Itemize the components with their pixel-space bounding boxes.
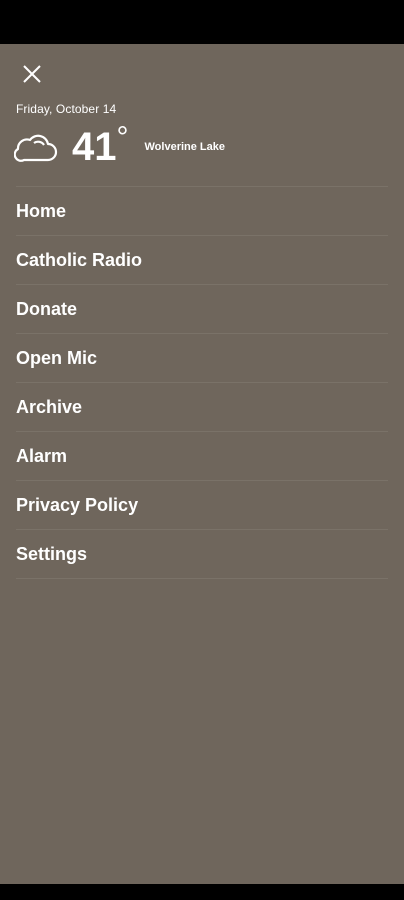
weather-location: Wolverine Lake bbox=[144, 141, 226, 153]
weather-widget: 41 ° Wolverine Lake bbox=[14, 123, 226, 170]
menu-item-archive[interactable]: Archive bbox=[16, 383, 388, 432]
menu-item-settings[interactable]: Settings bbox=[16, 530, 388, 579]
navigation-bar bbox=[0, 884, 404, 900]
menu-item-open-mic[interactable]: Open Mic bbox=[16, 334, 388, 383]
menu-item-label: Donate bbox=[16, 298, 78, 319]
close-icon bbox=[23, 65, 41, 83]
menu-item-label: Open Mic bbox=[16, 347, 98, 368]
menu-item-label: Catholic Radio bbox=[16, 249, 143, 270]
status-bar bbox=[0, 0, 404, 44]
menu-item-label: Home bbox=[16, 200, 67, 221]
degree-symbol: ° bbox=[116, 121, 129, 154]
menu-item-privacy-policy[interactable]: Privacy Policy bbox=[16, 481, 388, 530]
menu-item-donate[interactable]: Donate bbox=[16, 285, 388, 334]
temperature: 41 ° bbox=[72, 123, 129, 169]
menu-item-home[interactable]: Home bbox=[16, 187, 388, 236]
weather-date: Friday, October 14 bbox=[16, 102, 117, 116]
menu-item-label: Alarm bbox=[16, 445, 68, 466]
drawer-menu: Home Catholic Radio Donate Open Mic Arch… bbox=[16, 186, 388, 579]
menu-item-label: Settings bbox=[16, 543, 88, 564]
cloud-icon bbox=[14, 130, 60, 164]
menu-item-label: Archive bbox=[16, 396, 83, 417]
close-button[interactable] bbox=[14, 56, 50, 92]
menu-item-label: Privacy Policy bbox=[16, 494, 139, 515]
navigation-drawer: Friday, October 14 41 ° Wolverine Lake Ho… bbox=[0, 44, 404, 884]
temperature-value: 41 bbox=[72, 125, 117, 169]
menu-item-alarm[interactable]: Alarm bbox=[16, 432, 388, 481]
menu-item-catholic-radio[interactable]: Catholic Radio bbox=[16, 236, 388, 285]
